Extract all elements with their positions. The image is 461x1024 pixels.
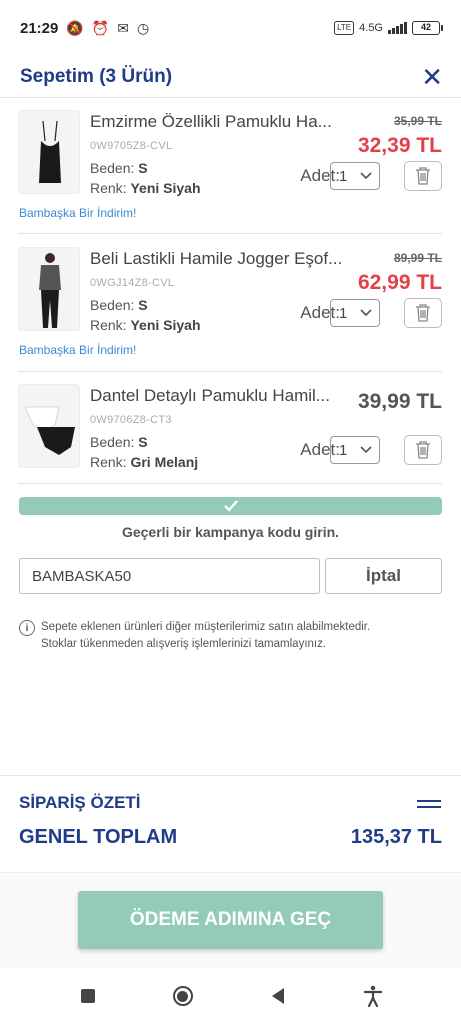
product-color: Renk: Yeni Siyah: [90, 317, 201, 333]
cart-header: Sepetim (3 Ürün) ✕: [0, 56, 461, 98]
size-label: Beden:: [90, 160, 135, 176]
delete-button[interactable]: [404, 435, 442, 465]
status-bar: 21:29 🔕 ⏰ ✉ ◷ LTE 4.5G 42: [0, 0, 461, 56]
accessibility-button[interactable]: [353, 976, 393, 1016]
order-summary: SİPARİŞ ÖZETİ GENEL TOPLAM 135,37 TL: [0, 775, 461, 872]
product-name[interactable]: Beli Lastikli Hamile Jogger Eşof...: [90, 249, 350, 269]
info-line: Stoklar tükenmeden alışveriş işlemlerini…: [41, 638, 327, 650]
divider: [18, 483, 442, 484]
size-value: S: [138, 160, 148, 176]
size-value: S: [138, 297, 148, 313]
info-icon: i: [19, 620, 35, 636]
product-image[interactable]: [18, 247, 80, 331]
info-line: Sepete eklenen ürünleri diğer müşteriler…: [41, 621, 371, 633]
product-sku: 0WGJ14Z8-CVL: [90, 277, 175, 289]
checkout-area: ÖDEME ADIMINA GEÇ: [0, 872, 461, 968]
status-time: 21:29: [20, 19, 59, 37]
home-icon: [172, 986, 193, 1006]
quantity-select[interactable]: 1: [330, 299, 380, 327]
close-icon[interactable]: ✕: [421, 64, 443, 90]
summary-title: SİPARİŞ ÖZETİ: [19, 793, 141, 812]
square-icon: [80, 989, 95, 1003]
summary-toggle-icon[interactable]: [417, 800, 441, 812]
quantity-value: 1: [339, 167, 348, 185]
battery-icon: 42: [412, 21, 443, 35]
campaign-progress-bar: [19, 497, 442, 515]
trash-icon: [416, 167, 430, 185]
old-price: 35,99 TL: [393, 114, 442, 128]
back-icon: [272, 988, 285, 1004]
accessibility-icon: [364, 985, 383, 1007]
product-sku: 0W9706Z8-CT3: [90, 414, 172, 426]
color-label: Renk:: [90, 180, 127, 196]
stock-info: i Sepete eklenen ürünleri diğer müşteril…: [19, 619, 449, 653]
delete-button[interactable]: [404, 298, 442, 328]
product-size: Beden: S: [90, 434, 148, 450]
price: 39,99 TL: [357, 390, 442, 413]
quantity-select[interactable]: 1: [330, 162, 380, 190]
product-name[interactable]: Dantel Detaylı Pamuklu Hamil...: [90, 386, 350, 406]
checkmark-icon: [223, 500, 238, 512]
chevron-down-icon: [360, 309, 372, 317]
chevron-down-icon: [360, 172, 372, 180]
color-label: Renk:: [90, 454, 127, 470]
divider: [18, 371, 442, 372]
color-value: Yeni Siyah: [130, 180, 201, 196]
color-value: Gri Melanj: [130, 454, 199, 470]
battery-level: 42: [420, 22, 431, 32]
product-size: Beden: S: [90, 297, 148, 313]
status-left: 21:29 🔕 ⏰ ✉ ◷: [20, 20, 149, 37]
cart-item: Emzirme Özellikli Pamuklu Ha... 0W9705Z8…: [18, 110, 442, 225]
quantity-value: 1: [339, 441, 348, 459]
recents-button[interactable]: [68, 976, 108, 1016]
home-button[interactable]: [163, 976, 203, 1016]
sale-price: 32,39 TL: [357, 134, 442, 157]
chevron-down-icon: [360, 446, 372, 454]
cart-item: Dantel Detaylı Pamuklu Hamil... 0W9706Z8…: [18, 384, 442, 479]
clock-icon: ◷: [136, 19, 150, 36]
status-right: LTE 4.5G 42: [334, 21, 443, 35]
product-image[interactable]: [18, 384, 80, 468]
size-label: Beden:: [90, 297, 135, 313]
page-title: Sepetim (3 Ürün): [20, 65, 173, 87]
sale-price: 62,99 TL: [357, 271, 442, 294]
lte-icon: LTE: [334, 21, 355, 35]
info-text: Sepete eklenen ürünleri diğer müşteriler…: [41, 619, 370, 653]
product-name[interactable]: Emzirme Özellikli Pamuklu Ha...: [90, 112, 350, 132]
signal-icon: [388, 22, 407, 34]
divider: [18, 233, 442, 234]
network-type: 4.5G: [359, 22, 383, 34]
product-color: Renk: Yeni Siyah: [90, 180, 201, 196]
notifications-off-icon: 🔕: [66, 19, 84, 36]
checkout-button[interactable]: ÖDEME ADIMINA GEÇ: [78, 891, 383, 949]
message-icon: ✉: [117, 19, 129, 36]
quantity-value: 1: [339, 304, 348, 322]
coupon-code-input[interactable]: [19, 558, 320, 594]
size-value: S: [138, 434, 148, 450]
quantity-select[interactable]: 1: [330, 436, 380, 464]
old-price: 89,99 TL: [393, 251, 442, 265]
back-button[interactable]: [258, 976, 298, 1016]
total-value: 135,37 TL: [350, 826, 442, 848]
cancel-coupon-button[interactable]: İptal: [325, 558, 442, 594]
promo-link[interactable]: Bambaşka Bir İndirim!: [19, 343, 136, 357]
product-sku: 0W9705Z8-CVL: [90, 140, 173, 152]
trash-icon: [416, 304, 430, 322]
promo-link[interactable]: Bambaşka Bir İndirim!: [19, 206, 136, 220]
color-value: Yeni Siyah: [130, 317, 201, 333]
delete-button[interactable]: [404, 161, 442, 191]
alarm-icon: ⏰: [91, 19, 110, 36]
cart-item: Beli Lastikli Hamile Jogger Eşof... 0WGJ…: [18, 247, 442, 362]
trash-icon: [416, 441, 430, 459]
product-size: Beden: S: [90, 160, 148, 176]
campaign-message: Geçerli bir kampanya kodu girin.: [121, 524, 340, 540]
total-label: GENEL TOPLAM: [19, 826, 178, 848]
product-color: Renk: Gri Melanj: [90, 454, 198, 470]
system-nav-bar: [0, 968, 461, 1024]
size-label: Beden:: [90, 434, 135, 450]
color-label: Renk:: [90, 317, 127, 333]
product-image[interactable]: [18, 110, 80, 194]
